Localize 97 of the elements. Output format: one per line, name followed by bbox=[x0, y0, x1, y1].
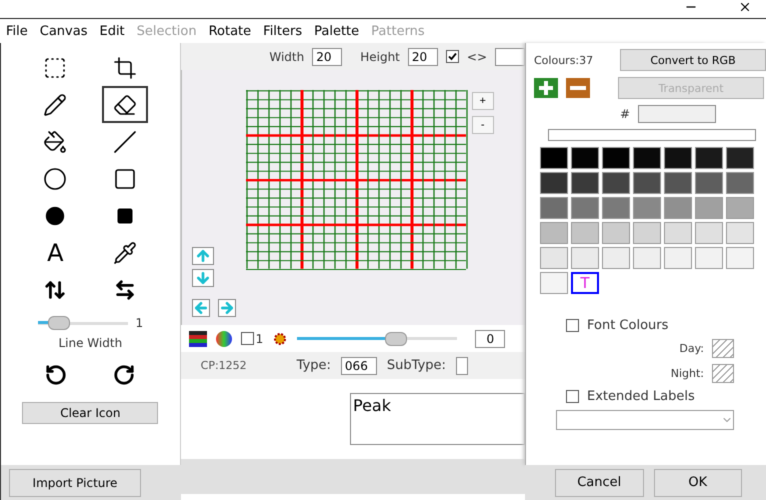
eraser-icon[interactable] bbox=[102, 86, 148, 123]
color-wheel-icon[interactable] bbox=[214, 330, 233, 348]
colour-swatch[interactable] bbox=[695, 197, 723, 219]
colour-swatch[interactable] bbox=[664, 172, 692, 194]
menu-item[interactable]: Canvas bbox=[34, 24, 94, 38]
menu-item[interactable]: Edit bbox=[93, 24, 131, 38]
line-width-label: Line Width bbox=[58, 336, 122, 350]
height-label: Height bbox=[360, 50, 400, 64]
colour-swatch[interactable] bbox=[540, 272, 568, 294]
slider-thumb[interactable] bbox=[48, 316, 70, 330]
menu-item[interactable]: Rotate bbox=[202, 24, 258, 38]
colour-name-field[interactable] bbox=[548, 129, 756, 141]
menu-item[interactable]: File bbox=[0, 24, 34, 38]
font-colours-label: Font Colours bbox=[587, 318, 668, 333]
colour-swatch[interactable] bbox=[633, 172, 661, 194]
add-colour-icon[interactable] bbox=[534, 78, 558, 98]
hash-label: # bbox=[620, 107, 630, 121]
colour-swatch[interactable] bbox=[602, 147, 630, 169]
colour-swatch[interactable] bbox=[540, 247, 568, 269]
menu-item[interactable]: Palette bbox=[308, 24, 366, 38]
colour-swatch[interactable] bbox=[695, 147, 723, 169]
colour-swatch[interactable] bbox=[633, 197, 661, 219]
colour-swatch[interactable] bbox=[571, 247, 599, 269]
colour-swatch[interactable] bbox=[633, 147, 661, 169]
subtype-label: SubType: bbox=[386, 358, 446, 373]
colour-swatch[interactable] bbox=[726, 197, 754, 219]
colour-swatch[interactable] bbox=[664, 247, 692, 269]
night-colour-swatch[interactable] bbox=[712, 364, 734, 383]
checkbox[interactable] bbox=[240, 332, 254, 345]
width-label: Width bbox=[269, 50, 304, 64]
menu-item[interactable]: Filters bbox=[257, 24, 308, 38]
colour-swatch[interactable] bbox=[602, 247, 630, 269]
colour-swatch[interactable] bbox=[571, 147, 599, 169]
colour-count: Colours:37 bbox=[534, 54, 594, 66]
colour-swatch[interactable] bbox=[540, 172, 568, 194]
type-label: Type: bbox=[296, 358, 331, 373]
zoom-in-button[interactable]: + bbox=[472, 92, 494, 110]
colour-swatch[interactable] bbox=[571, 222, 599, 244]
lock-label: <> bbox=[466, 50, 487, 64]
move-down-button[interactable] bbox=[192, 269, 214, 287]
import-picture-button[interactable]: Import Picture bbox=[9, 468, 141, 496]
colour-swatch[interactable] bbox=[571, 172, 599, 194]
subtype-field[interactable] bbox=[456, 356, 468, 374]
move-right-button[interactable] bbox=[218, 299, 236, 317]
colour-swatch[interactable] bbox=[726, 247, 754, 269]
colour-swatch[interactable] bbox=[664, 222, 692, 244]
value-field[interactable]: 0 bbox=[475, 330, 506, 348]
colour-swatch[interactable] bbox=[664, 197, 692, 219]
label-text-area[interactable]: Peak bbox=[350, 393, 525, 445]
colour-swatch[interactable] bbox=[540, 197, 568, 219]
colour-swatch[interactable] bbox=[695, 172, 723, 194]
slider-thumb[interactable] bbox=[385, 332, 408, 346]
close-icon[interactable] bbox=[738, 0, 752, 14]
day-colour-swatch[interactable] bbox=[712, 339, 734, 358]
colour-swatch[interactable] bbox=[602, 172, 630, 194]
clear-icon-button[interactable]: Clear Icon bbox=[22, 402, 158, 424]
colour-swatch[interactable] bbox=[633, 247, 661, 269]
dropdown[interactable] bbox=[556, 410, 734, 430]
letter-swatch[interactable]: T bbox=[571, 272, 599, 294]
remove-colour-icon[interactable] bbox=[566, 78, 590, 98]
checkbox-label: 1 bbox=[256, 332, 264, 346]
colour-swatch[interactable] bbox=[602, 197, 630, 219]
colour-swatch[interactable] bbox=[571, 197, 599, 219]
night-label: Night: bbox=[670, 367, 704, 380]
width-field[interactable]: 20 bbox=[312, 48, 342, 66]
colour-swatch[interactable] bbox=[540, 222, 568, 244]
colour-swatch[interactable] bbox=[726, 222, 754, 244]
colour-swatch[interactable] bbox=[726, 147, 754, 169]
palette-bars-icon[interactable] bbox=[188, 330, 207, 346]
undo-icon[interactable] bbox=[45, 364, 68, 386]
redo-icon[interactable] bbox=[113, 364, 136, 386]
colour-swatch[interactable] bbox=[602, 222, 630, 244]
extended-labels-checkbox[interactable] bbox=[566, 390, 579, 403]
font-colours-checkbox[interactable] bbox=[566, 319, 579, 332]
day-label: Day: bbox=[679, 342, 704, 355]
text-field[interactable] bbox=[495, 48, 525, 66]
colour-swatch[interactable] bbox=[664, 147, 692, 169]
height-field[interactable]: 20 bbox=[408, 48, 438, 66]
lock-checkbox[interactable] bbox=[446, 50, 459, 63]
move-up-button[interactable] bbox=[192, 247, 214, 265]
colour-swatch[interactable] bbox=[540, 147, 568, 169]
text-tool[interactable]: A bbox=[32, 234, 78, 271]
zoom-out-button[interactable]: - bbox=[472, 116, 494, 134]
codepage-label: CP:1252 bbox=[200, 359, 247, 372]
cancel-button[interactable]: Cancel bbox=[555, 468, 644, 496]
pixel-grid-drawing[interactable] bbox=[246, 90, 468, 270]
colour-swatch[interactable] bbox=[726, 172, 754, 194]
hex-field[interactable] bbox=[638, 105, 716, 123]
colour-swatch[interactable] bbox=[695, 247, 723, 269]
ok-button[interactable]: OK bbox=[654, 468, 742, 496]
extended-labels-label: Extended Labels bbox=[587, 389, 695, 404]
line-width-value: 1 bbox=[136, 316, 144, 330]
colour-swatch[interactable] bbox=[633, 222, 661, 244]
colour-swatch[interactable] bbox=[695, 222, 723, 244]
move-left-button[interactable] bbox=[192, 299, 210, 317]
convert-to-rgb-button[interactable]: Convert to RGB bbox=[620, 49, 766, 71]
type-field[interactable]: 066 bbox=[340, 356, 377, 374]
